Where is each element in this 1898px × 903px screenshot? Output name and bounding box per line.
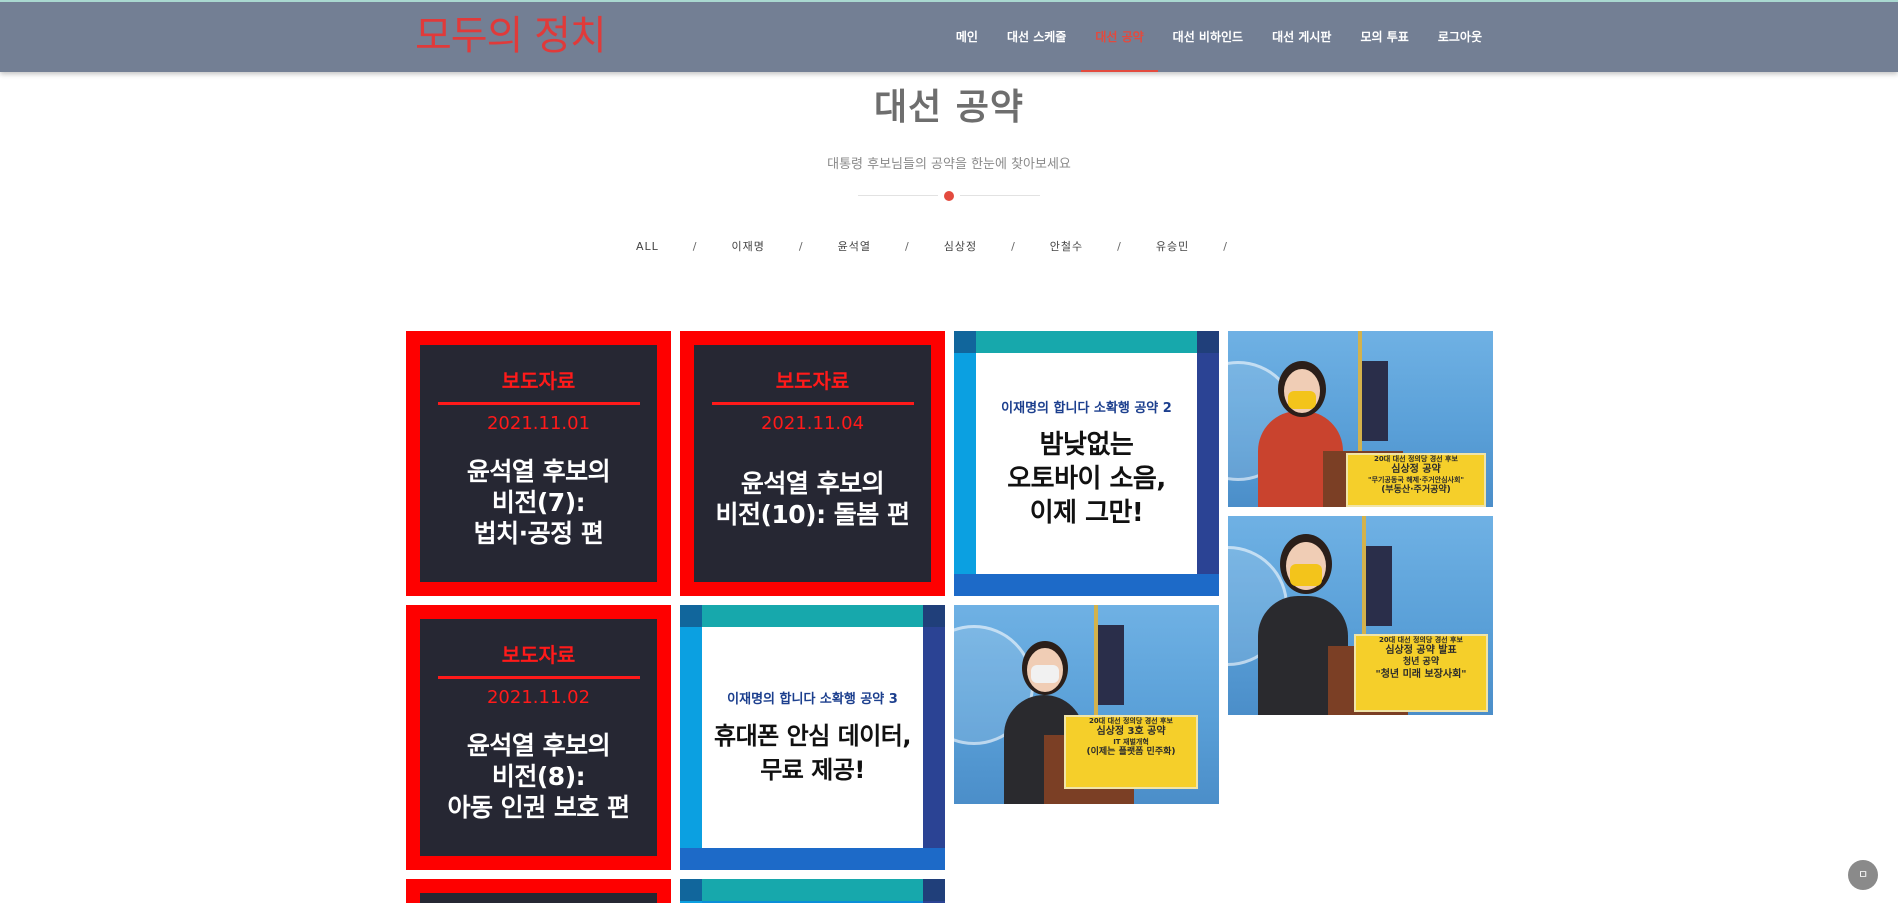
nav-item-schedule[interactable]: 대선 스케줄	[1007, 2, 1066, 72]
title-divider	[858, 190, 1040, 202]
press-date: 2021.11.04	[760, 413, 865, 434]
press-headline: 윤석열 후보의 비전(10): 돌봄 편	[715, 469, 910, 529]
filter-separator: /	[904, 240, 910, 253]
card-content: 이재명의 합니다 소확행 공약 2 밤낮없는 오토바이 소음, 이제 그만!	[976, 353, 1197, 574]
flag	[1366, 546, 1392, 626]
filter-yoon-seok-youl[interactable]: 윤석열	[838, 238, 871, 254]
sign-line-1: 20대 대선 정의당 경선 후보	[1379, 636, 1463, 644]
site-logo[interactable]: 모두의 정치	[415, 12, 607, 60]
portfolio-item-photo-1[interactable]: 20대 대선 정의당 경선 후보 심상정 공약 "무기공동국 해제·주거안심사회…	[1228, 331, 1493, 507]
filter-separator: /	[798, 240, 804, 253]
divider-dot	[944, 191, 954, 201]
press-card-inner	[420, 893, 657, 903]
card-frame	[954, 353, 976, 596]
yellow-mask	[1290, 564, 1322, 586]
card-corner	[680, 879, 702, 901]
card-frame	[1197, 353, 1219, 596]
filter-lee-jae-myung[interactable]: 이재명	[732, 238, 765, 254]
sign-line-2: 심상정 3호 공약	[1096, 725, 1166, 737]
scroll-top-button[interactable]: ㅁ	[1848, 860, 1878, 890]
press-underline	[437, 402, 640, 405]
card-frame	[702, 879, 923, 901]
card-frame	[954, 574, 1219, 596]
card-frame	[702, 605, 923, 627]
card-subtitle: 이재명의 합니다 소확행 공약 3	[727, 692, 898, 707]
card-frame	[680, 627, 702, 870]
press-title: 보도자료	[775, 369, 850, 393]
press-headline: 윤석열 후보의 비전(7): 법치·공정 편	[466, 457, 611, 548]
filter-separator: /	[1117, 240, 1122, 253]
flag	[1362, 361, 1388, 441]
sign-line-3: "무기공동국 해제·주거안심사회"	[1367, 476, 1465, 485]
card-frame	[923, 627, 945, 870]
card-corner	[923, 605, 945, 627]
press-underline	[711, 402, 914, 405]
sign-line-3: IT 재벌개혁	[1113, 738, 1149, 747]
portfolio-item-photo-3[interactable]: 20대 대선 정의당 경선 후보 심상정 공약 발표 청년 공약 "청년 미래 …	[1228, 516, 1493, 715]
portfolio-item-press-1[interactable]: 보도자료 2021.11.01 윤석열 후보의 비전(7): 법치·공정 편	[406, 331, 671, 596]
filter-separator: /	[1223, 240, 1228, 253]
nav-item-pledges[interactable]: 대선 공약	[1081, 2, 1159, 72]
page-title: 대선 공약	[873, 87, 1024, 128]
nav-item-behind[interactable]: 대선 비하인드	[1173, 2, 1243, 72]
press-card-inner: 보도자료 2021.11.01 윤석열 후보의 비전(7): 법치·공정 편	[420, 345, 657, 582]
sign-line-1: 20대 대선 정의당 경선 후보	[1089, 717, 1173, 725]
podium-sign: 20대 대선 정의당 경선 후보 심상정 공약 "무기공동국 해제·주거안심사회…	[1346, 453, 1486, 507]
card-corner	[680, 605, 702, 627]
press-underline	[437, 676, 640, 679]
press-date: 2021.11.02	[486, 687, 591, 708]
site-header: 모두의 정치 메인 대선 스케줄 대선 공약 대선 비하인드 대선 게시판 모의…	[0, 0, 1898, 72]
filter-sim-sang-jung[interactable]: 심상정	[944, 238, 977, 254]
flag	[1098, 625, 1124, 705]
page-subtitle: 대통령 후보님들의 공약을 한눈에 찾아보세요	[827, 157, 1071, 172]
portfolio-item-card-3[interactable]	[680, 879, 945, 903]
portfolio-item-card-2[interactable]: 이재명의 합니다 소확행 공약 3 휴대폰 안심 데이터, 무료 제공!	[680, 605, 945, 870]
press-title: 보도자료	[501, 369, 576, 393]
card-subtitle: 이재명의 합니다 소확행 공약 2	[1001, 401, 1172, 416]
nav-item-logout[interactable]: 로그아웃	[1438, 2, 1482, 72]
press-title: 보도자료	[501, 643, 576, 667]
filter-separator: /	[1011, 240, 1016, 253]
sign-line-2: 심상정 공약	[1391, 463, 1441, 475]
press-date: 2021.11.01	[486, 413, 591, 434]
divider-line-right	[960, 195, 1040, 196]
press-card-inner: 보도자료 2021.11.02 윤석열 후보의 비전(8): 아동 인권 보호 …	[420, 619, 657, 856]
card-corner	[1197, 331, 1219, 353]
filter-yoo-seung-min[interactable]: 유승민	[1156, 238, 1189, 254]
portfolio-item-press-3[interactable]: 보도자료 2021.11.02 윤석열 후보의 비전(8): 아동 인권 보호 …	[406, 605, 671, 870]
portfolio-item-press-2[interactable]: 보도자료 2021.11.04 윤석열 후보의 비전(10): 돌봄 편	[680, 331, 945, 596]
filter-ahn-cheol-soo[interactable]: 안철수	[1050, 238, 1083, 254]
podium-sign: 20대 대선 정의당 경선 후보 심상정 공약 발표 청년 공약 "청년 미래 …	[1354, 634, 1488, 712]
nav-item-main[interactable]: 메인	[956, 2, 978, 72]
card-frame	[680, 848, 945, 870]
card-corner	[954, 331, 976, 353]
sign-line-4: (부동산·주거공약)	[1381, 485, 1451, 495]
portfolio-item-card-1[interactable]: 이재명의 합니다 소확행 공약 2 밤낮없는 오토바이 소음, 이제 그만!	[954, 331, 1219, 596]
yellow-mask	[1288, 391, 1316, 409]
main-nav: 메인 대선 스케줄 대선 공약 대선 비하인드 대선 게시판 모의 투표 로그아…	[927, 2, 1482, 72]
white-mask	[1031, 665, 1059, 683]
card-headline: 휴대폰 안심 데이터, 무료 제공!	[714, 722, 911, 784]
nav-item-board[interactable]: 대선 게시판	[1272, 2, 1331, 72]
card-content: 이재명의 합니다 소확행 공약 3 휴대폰 안심 데이터, 무료 제공!	[702, 627, 923, 848]
filter-all[interactable]: ALL	[636, 240, 659, 253]
press-headline: 윤석열 후보의 비전(8): 아동 인권 보호 편	[447, 731, 630, 822]
candidate-filter: ALL / 이재명 / 윤석열 / 심상정 / 안철수 / 유승민 /	[0, 238, 1898, 254]
press-card-inner: 보도자료 2021.11.04 윤석열 후보의 비전(10): 돌봄 편	[694, 345, 931, 582]
card-headline: 밤낮없는 오토바이 소음, 이제 그만!	[1007, 430, 1166, 528]
sign-line-3: 청년 공약	[1402, 657, 1440, 668]
filter-separator: /	[692, 240, 698, 253]
sign-line-4: (이제는 플랫폼 민주화)	[1086, 747, 1176, 757]
sign-line-1: 20대 대선 정의당 경선 후보	[1374, 455, 1458, 463]
card-corner	[923, 879, 945, 901]
card-frame	[976, 331, 1197, 353]
nav-item-mock-vote[interactable]: 모의 투표	[1360, 2, 1408, 72]
portfolio-item-press-4[interactable]	[406, 879, 671, 903]
podium-sign: 20대 대선 정의당 경선 후보 심상정 3호 공약 IT 재벌개혁 (이제는 …	[1064, 715, 1198, 789]
portfolio-item-photo-2[interactable]: 20대 대선 정의당 경선 후보 심상정 3호 공약 IT 재벌개혁 (이제는 …	[954, 605, 1219, 804]
divider-line-left	[858, 195, 938, 196]
sign-line-4: "청년 미래 보장사회"	[1375, 668, 1467, 680]
sign-line-2: 심상정 공약 발표	[1385, 644, 1457, 656]
